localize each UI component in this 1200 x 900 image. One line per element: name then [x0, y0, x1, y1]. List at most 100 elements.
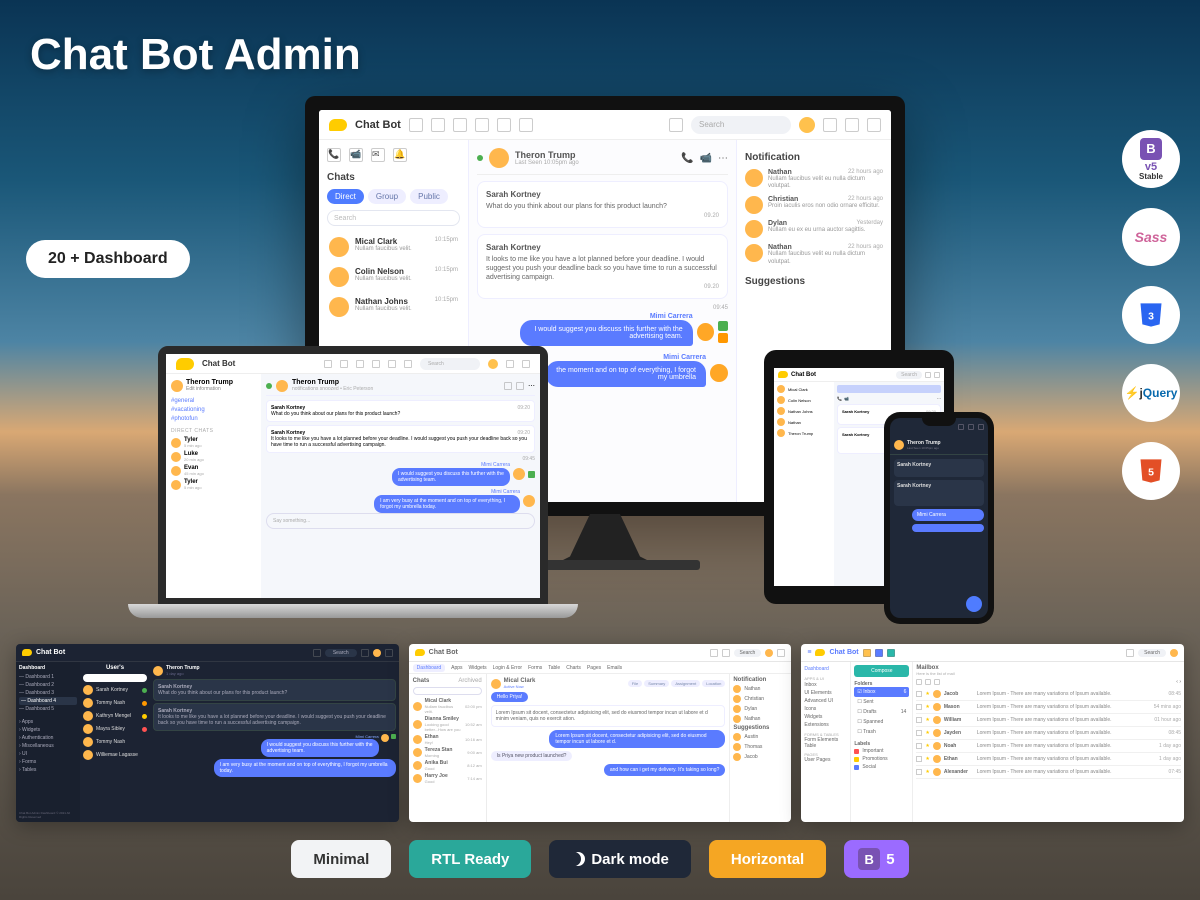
notification-item[interactable]: DylanYesterdayNullam eu ex eu urna aucto…	[745, 220, 883, 238]
user-sub[interactable]: Edit information	[186, 386, 233, 392]
checkbox[interactable]	[916, 743, 922, 749]
search[interactable]: Search	[734, 649, 762, 657]
bell2-icon[interactable]: 🔔	[393, 148, 407, 162]
bell-icon[interactable]	[823, 118, 837, 132]
video-icon[interactable]	[516, 382, 524, 390]
avatar[interactable]	[488, 359, 498, 369]
icon[interactable]	[313, 649, 321, 657]
nav-icon[interactable]	[340, 360, 348, 368]
star-icon[interactable]: ★	[925, 730, 929, 736]
tab-public[interactable]: Public	[410, 189, 448, 204]
checkbox[interactable]	[916, 679, 922, 685]
label-item[interactable]: Social	[854, 763, 909, 771]
sugg-item[interactable]: Austin	[733, 733, 788, 741]
nav-item[interactable]: Icons	[804, 705, 847, 713]
chat-list-item[interactable]: Mical ClarkNullam faucibus velit.10:15pm	[327, 232, 460, 262]
avatar[interactable]	[1170, 649, 1178, 657]
icon[interactable]	[777, 649, 785, 657]
chat-list-item[interactable]: Colin NelsonNullam faucibus velit.10:15p…	[327, 262, 460, 292]
mail-icon[interactable]	[431, 118, 445, 132]
attach-icon[interactable]	[528, 471, 535, 478]
search[interactable]: Search	[1138, 649, 1166, 657]
search[interactable]: Search	[420, 358, 480, 370]
icon[interactable]	[887, 649, 895, 657]
chip[interactable]: Location	[702, 680, 725, 687]
topnav-item[interactable]: Widgets	[469, 665, 487, 671]
grid-icon[interactable]	[475, 118, 489, 132]
contact[interactable]: Luke20 min ago	[171, 451, 256, 462]
tag[interactable]: #photofun	[171, 416, 256, 422]
app-icon[interactable]	[453, 118, 467, 132]
star-icon[interactable]: ★	[925, 691, 929, 697]
nav-item[interactable]: › Widgets	[19, 726, 77, 734]
contact[interactable]: Tyler5 min ago	[171, 479, 256, 490]
notification-item[interactable]: Christian22 hours agoProin iaculis eros …	[745, 196, 883, 214]
call-icon[interactable]	[504, 382, 512, 390]
archived[interactable]: Archived	[458, 678, 481, 684]
search[interactable]: Search	[325, 649, 357, 657]
refresh-icon[interactable]	[925, 679, 931, 685]
mail-row[interactable]: ★EthanLorem Ipsum - There are many varia…	[916, 753, 1181, 766]
call-icon[interactable]: 📞	[681, 153, 693, 164]
icon[interactable]	[863, 649, 871, 657]
nav-item[interactable]: › Miscellaneous	[19, 742, 77, 750]
label-item[interactable]: Promotions	[854, 755, 909, 763]
user-item[interactable]: Tommy Nash	[83, 737, 147, 747]
nav-item[interactable]: — Dashboard 1	[19, 673, 77, 681]
nav-item[interactable]: › UI	[19, 750, 77, 758]
notification-item[interactable]: Nathan22 hours agoNullam faucibus velit …	[745, 169, 883, 190]
attachment-icon[interactable]	[718, 321, 728, 331]
chat-search[interactable]: Search	[327, 210, 460, 226]
mail-row[interactable]: ★AlexanderLorem Ipsum - There are many v…	[916, 766, 1181, 779]
message-input[interactable]: Say something...	[266, 513, 535, 529]
label-item[interactable]: Important	[854, 747, 909, 755]
checkbox[interactable]	[916, 769, 922, 775]
avatar[interactable]	[276, 380, 288, 392]
chip[interactable]: Assignment	[671, 680, 700, 687]
calendar-icon[interactable]	[497, 118, 511, 132]
topnav-item[interactable]: Dashboard	[413, 664, 445, 672]
compose-button[interactable]: Compose	[854, 665, 909, 677]
nav-item[interactable]: — Dashboard 5	[19, 705, 77, 713]
icon[interactable]	[968, 424, 974, 430]
fab-button[interactable]	[966, 596, 982, 612]
chat-item[interactable]: Anika BuiGood8:12 am	[413, 760, 482, 771]
notif-item[interactable]: Nathan	[733, 715, 788, 723]
sugg-item[interactable]: Jacob	[733, 753, 788, 761]
logout-icon[interactable]	[867, 118, 881, 132]
attachment-icon[interactable]	[718, 333, 728, 343]
trash-icon[interactable]	[934, 679, 940, 685]
mail-row[interactable]: ★NoahLorem Ipsum - There are many variat…	[916, 740, 1181, 753]
tab-direct[interactable]: Direct	[327, 189, 364, 204]
mail-row[interactable]: ★MasonLorem Ipsum - There are many varia…	[916, 701, 1181, 714]
folder-item[interactable]: ☐ Spanned	[854, 717, 909, 727]
nav-icon[interactable]	[388, 360, 396, 368]
avatar[interactable]	[765, 649, 773, 657]
search[interactable]	[83, 674, 147, 682]
topnav-item[interactable]: Charts	[566, 665, 581, 671]
chat-item[interactable]: EthanHey!10:16 am	[413, 734, 482, 745]
star-icon[interactable]: ★	[925, 717, 929, 723]
user-item[interactable]: Sarah Kortney	[83, 685, 147, 695]
topnav-item[interactable]: Forms	[528, 665, 542, 671]
search[interactable]	[413, 687, 482, 695]
video-call-icon[interactable]: 📹	[700, 153, 712, 164]
user-item[interactable]: Tommy Nash	[83, 698, 147, 708]
nav-item[interactable]: — Dashboard 4	[19, 697, 77, 705]
star-icon[interactable]: ★	[925, 704, 929, 710]
thread-avatar[interactable]	[489, 148, 509, 168]
avatar[interactable]	[894, 440, 904, 450]
folder-item[interactable]: ☑ Inbox6	[854, 687, 909, 697]
fullscreen-icon[interactable]	[669, 118, 683, 132]
chat-item[interactable]: Dianna SmileyLooking good better...How a…	[413, 716, 482, 732]
chat-item[interactable]: Mical ClarkNullam faucibus velit.02:00 p…	[413, 698, 482, 714]
star-icon[interactable]: ★	[925, 756, 929, 762]
contact[interactable]: Mical Clark	[777, 385, 831, 393]
bell-icon[interactable]	[506, 360, 514, 368]
icon[interactable]	[361, 649, 369, 657]
notif-item[interactable]: Nathan	[733, 685, 788, 693]
nav-icon[interactable]	[356, 360, 364, 368]
user-item[interactable]: Mayra Sibley	[83, 724, 147, 734]
tag[interactable]: #general	[171, 398, 256, 404]
notif-item[interactable]: Christian	[733, 695, 788, 703]
